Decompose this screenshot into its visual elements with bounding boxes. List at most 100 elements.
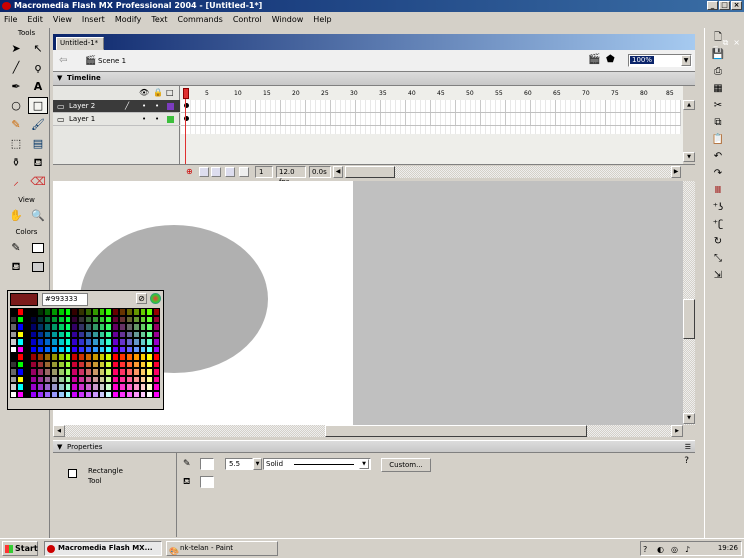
color-swatch[interactable] [112,353,120,361]
color-swatch[interactable] [64,338,72,346]
color-swatch[interactable] [23,383,31,391]
copy-icon[interactable]: ⧉ [711,116,725,130]
color-swatch[interactable] [91,353,99,361]
frame-row-layer-1[interactable] [181,113,681,126]
timeline-collapse-icon[interactable]: ▼ [57,74,62,82]
color-swatch[interactable] [44,345,51,353]
color-swatch[interactable] [112,330,120,338]
color-swatch[interactable] [98,308,106,316]
edit-multiple-frames-icon[interactable] [225,167,235,177]
color-swatch[interactable] [119,345,126,353]
tray-icon[interactable]: ◐ [657,543,664,556]
cut-icon[interactable]: ✂ [711,99,725,113]
color-swatch[interactable] [112,315,120,323]
color-swatch[interactable] [10,345,17,353]
color-swatch[interactable] [125,315,133,323]
color-swatch[interactable] [139,323,147,331]
color-swatch[interactable] [85,368,92,376]
hex-color-field[interactable]: #993333 [42,293,88,306]
color-swatch[interactable] [119,360,126,368]
color-swatch[interactable] [139,360,147,368]
color-swatch[interactable] [64,353,72,361]
color-swatch[interactable] [50,360,58,368]
smooth-icon[interactable]: ⁺ʖ [711,201,725,215]
color-swatch[interactable] [30,353,38,361]
color-swatch[interactable] [16,375,24,383]
center-frame-icon[interactable]: ⊕ [186,167,193,176]
zoom-select[interactable]: 100% ▼ [628,54,692,67]
color-swatch[interactable] [125,330,133,338]
layer-visible-dot[interactable]: • [142,100,146,113]
color-swatch[interactable] [50,383,58,391]
stroke-height-dropdown-icon[interactable]: ▼ [253,458,262,470]
color-swatch[interactable] [30,383,38,391]
color-swatch[interactable] [16,345,24,353]
close-button[interactable]: × [731,1,742,10]
menu-edit[interactable]: Edit [26,15,44,24]
color-swatch[interactable] [91,390,99,398]
color-swatch[interactable] [71,390,79,398]
frame-row-layer-2[interactable] [181,100,681,113]
color-swatch[interactable] [16,353,24,361]
color-swatch[interactable] [44,353,51,361]
custom-button[interactable]: Custom... [381,458,431,472]
layer-lock-dot[interactable]: • [155,100,159,113]
color-swatch[interactable] [146,360,154,368]
color-swatch[interactable] [125,390,133,398]
color-swatch[interactable] [91,368,99,376]
color-swatch[interactable] [71,338,79,346]
color-swatch[interactable] [50,390,58,398]
color-swatch[interactable] [57,345,65,353]
color-swatch[interactable] [105,323,113,331]
color-swatch[interactable] [153,360,160,368]
paste-icon[interactable]: 📋 [711,133,725,147]
pen-tool-icon[interactable]: ✒ [6,78,26,95]
fill-transform-tool-icon[interactable]: ▤ [28,135,48,152]
color-swatch[interactable] [78,390,85,398]
stroke-color-swatch[interactable] [200,458,214,470]
color-swatch[interactable] [105,383,113,391]
taskbar-paint[interactable]: 🎨 nk-telan - Paint [166,541,278,556]
hand-tool-icon[interactable]: ✋ [6,207,26,224]
timeline-header[interactable]: ▼ Timeline [53,72,695,86]
color-swatch[interactable] [153,315,160,323]
color-swatch[interactable] [71,323,79,331]
minimize-button[interactable]: _ [707,1,718,10]
maximize-button[interactable]: □ [719,1,730,10]
color-swatch[interactable] [105,375,113,383]
stage-vscroll-thumb[interactable] [683,299,695,339]
taskbar-flash[interactable]: Macromedia Flash MX... [44,541,162,556]
color-swatch[interactable] [57,383,65,391]
color-swatch[interactable] [10,383,17,391]
color-swatch[interactable] [105,390,113,398]
color-swatch[interactable] [85,330,92,338]
color-swatch[interactable] [44,330,51,338]
color-swatch[interactable] [105,330,113,338]
color-swatch[interactable] [119,375,126,383]
color-swatch[interactable] [71,353,79,361]
color-swatch[interactable] [98,360,106,368]
color-swatch[interactable] [85,375,92,383]
scroll-left-icon[interactable]: ◀ [333,166,343,178]
color-swatch[interactable] [37,330,45,338]
pencil-tool-icon[interactable]: ✎ [6,116,26,133]
color-swatch[interactable] [30,375,38,383]
stroke-height-field[interactable]: 5.5 [225,458,253,470]
onion-outline-icon[interactable] [211,167,221,177]
color-swatch[interactable] [125,345,133,353]
color-swatch[interactable] [23,353,31,361]
color-swatch[interactable] [50,323,58,331]
color-swatch[interactable] [23,390,31,398]
scroll-up-icon[interactable]: ▲ [683,100,695,110]
zoom-tool-icon[interactable]: 🔍 [28,207,48,224]
color-swatch[interactable] [16,360,24,368]
free-transform-tool-icon[interactable]: ⬚ [6,135,26,152]
network-icon[interactable]: ◎ [671,543,678,556]
color-swatch[interactable] [153,323,160,331]
color-swatch[interactable] [139,368,147,376]
brush-tool-icon[interactable]: 🖌 [28,116,48,133]
color-swatch[interactable] [16,390,24,398]
color-swatch[interactable] [125,360,133,368]
fill-color-swatch[interactable] [200,476,214,488]
color-swatch[interactable] [105,315,113,323]
